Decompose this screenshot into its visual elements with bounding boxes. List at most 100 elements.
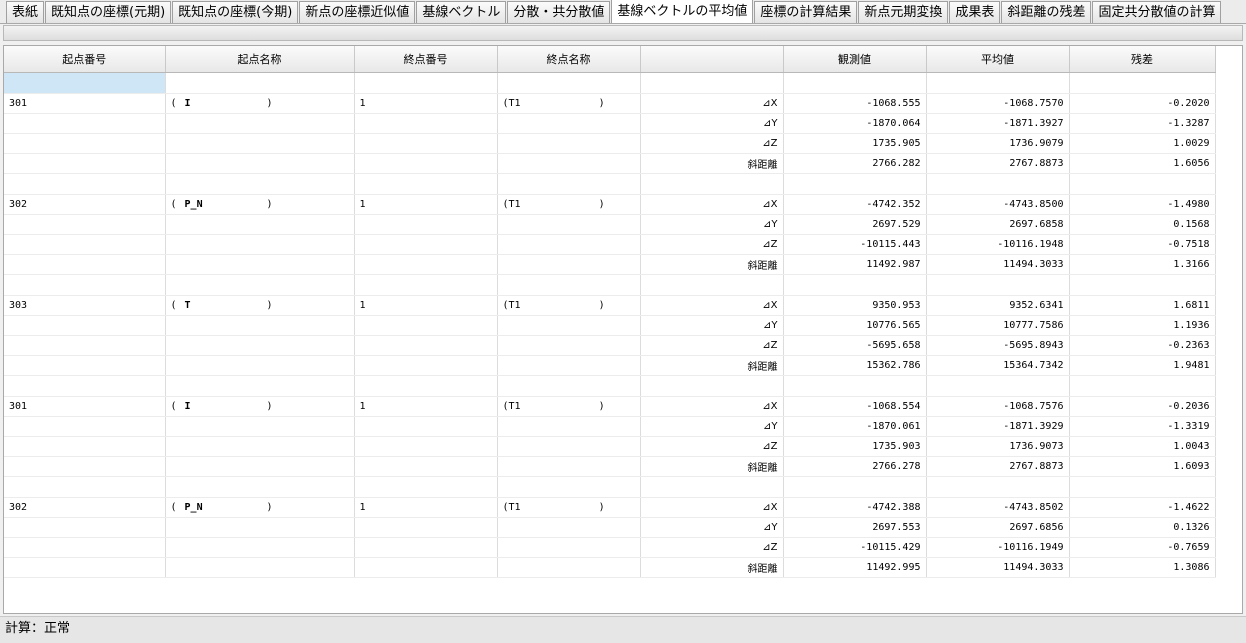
average-value-cell[interactable]: -1068.7576 [926, 396, 1070, 417]
empty-cell[interactable] [497, 153, 641, 174]
empty-cell[interactable] [497, 436, 641, 457]
empty-cell[interactable] [354, 375, 498, 397]
residual-cell[interactable]: -0.2020 [1069, 93, 1216, 114]
empty-cell[interactable] [4, 214, 166, 235]
component-cell[interactable]: ⊿X [640, 497, 784, 518]
observed-value-cell[interactable]: 9350.953 [783, 295, 927, 316]
average-value-cell[interactable]: -4743.8502 [926, 497, 1070, 518]
empty-cell[interactable] [497, 133, 641, 154]
empty-cell[interactable] [4, 436, 166, 457]
component-cell[interactable]: ⊿Y [640, 113, 784, 134]
empty-cell[interactable] [354, 214, 498, 235]
empty-cell[interactable] [354, 274, 498, 296]
empty-cell[interactable] [4, 375, 166, 397]
empty-cell[interactable] [354, 315, 498, 336]
empty-cell[interactable] [1069, 173, 1216, 195]
empty-cell[interactable] [165, 436, 355, 457]
empty-cell[interactable] [4, 315, 166, 336]
start-name-cell[interactable]: (P_N) [165, 194, 355, 215]
empty-cell[interactable] [165, 72, 355, 94]
empty-cell[interactable] [497, 537, 641, 558]
empty-cell[interactable] [1069, 375, 1216, 397]
empty-cell[interactable] [165, 375, 355, 397]
tab-8[interactable]: 新点元期変換 [858, 1, 949, 23]
residual-cell[interactable]: 1.6093 [1069, 456, 1216, 477]
empty-cell[interactable] [354, 254, 498, 275]
empty-cell[interactable] [4, 153, 166, 174]
empty-cell[interactable] [4, 517, 166, 538]
residual-cell[interactable]: -0.7659 [1069, 537, 1216, 558]
tab-11[interactable]: 固定共分散値の計算 [1092, 1, 1222, 23]
end-name-cell[interactable]: (T1) [497, 396, 641, 417]
component-cell[interactable]: ⊿Z [640, 537, 784, 558]
empty-cell[interactable] [165, 335, 355, 356]
average-value-cell[interactable]: 2767.8873 [926, 456, 1070, 477]
observed-value-cell[interactable]: -4742.352 [783, 194, 927, 215]
observed-value-cell[interactable]: 1735.905 [783, 133, 927, 154]
empty-cell[interactable] [640, 375, 784, 397]
empty-cell[interactable] [4, 335, 166, 356]
average-value-cell[interactable]: 2697.6856 [926, 517, 1070, 538]
start-name-cell[interactable]: (I) [165, 93, 355, 114]
component-cell[interactable]: ⊿Z [640, 335, 784, 356]
empty-cell[interactable] [497, 274, 641, 296]
residual-cell[interactable]: 0.1568 [1069, 214, 1216, 235]
empty-cell[interactable] [640, 476, 784, 498]
empty-cell[interactable] [783, 476, 927, 498]
empty-cell[interactable] [783, 173, 927, 195]
empty-cell[interactable] [4, 254, 166, 275]
end-no-cell[interactable]: 1 [354, 194, 498, 215]
col-header-end-name[interactable]: 終点名称 [497, 46, 641, 73]
empty-cell[interactable] [640, 274, 784, 296]
col-header-start-no[interactable]: 起点番号 [4, 46, 166, 73]
tab-10[interactable]: 斜距離の残差 [1001, 1, 1092, 23]
empty-cell[interactable] [4, 476, 166, 498]
tab-6[interactable]: 基線ベクトルの平均値 [611, 0, 754, 23]
average-value-cell[interactable]: -4743.8500 [926, 194, 1070, 215]
observed-value-cell[interactable]: 11492.995 [783, 557, 927, 578]
average-value-cell[interactable]: 11494.3033 [926, 254, 1070, 275]
empty-cell[interactable] [354, 173, 498, 195]
end-name-cell[interactable]: (T1) [497, 194, 641, 215]
empty-cell[interactable] [165, 557, 355, 578]
component-cell[interactable]: ⊿Z [640, 133, 784, 154]
observed-value-cell[interactable]: 15362.786 [783, 355, 927, 376]
empty-cell[interactable] [4, 113, 166, 134]
average-value-cell[interactable]: 15364.7342 [926, 355, 1070, 376]
component-cell[interactable]: ⊿Z [640, 436, 784, 457]
col-header-observed[interactable]: 観測値 [783, 46, 927, 73]
col-header-component[interactable] [640, 46, 784, 73]
observed-value-cell[interactable]: 11492.987 [783, 254, 927, 275]
component-cell[interactable]: 斜距離 [640, 456, 784, 477]
empty-cell[interactable] [497, 173, 641, 195]
empty-cell[interactable] [497, 234, 641, 255]
empty-cell[interactable] [354, 355, 498, 376]
empty-cell[interactable] [926, 274, 1070, 296]
empty-cell[interactable] [165, 234, 355, 255]
col-header-residual[interactable]: 残差 [1069, 46, 1216, 73]
observed-value-cell[interactable]: 2697.529 [783, 214, 927, 235]
residual-cell[interactable]: -1.3287 [1069, 113, 1216, 134]
empty-cell[interactable] [165, 416, 355, 437]
component-cell[interactable]: 斜距離 [640, 557, 784, 578]
empty-cell[interactable] [926, 72, 1070, 94]
component-cell[interactable]: 斜距離 [640, 355, 784, 376]
start-name-cell[interactable]: (I) [165, 396, 355, 417]
empty-cell[interactable] [497, 72, 641, 94]
empty-cell[interactable] [926, 476, 1070, 498]
empty-cell[interactable] [354, 113, 498, 134]
empty-cell[interactable] [497, 315, 641, 336]
end-no-cell[interactable]: 1 [354, 396, 498, 417]
component-cell[interactable]: 斜距離 [640, 254, 784, 275]
average-value-cell[interactable]: 1736.9073 [926, 436, 1070, 457]
empty-cell[interactable] [783, 274, 927, 296]
residual-cell[interactable]: -0.7518 [1069, 234, 1216, 255]
empty-cell[interactable] [4, 416, 166, 437]
empty-cell[interactable] [497, 335, 641, 356]
start-no-cell[interactable]: 301 [4, 93, 166, 114]
empty-cell[interactable] [165, 274, 355, 296]
average-value-cell[interactable]: -10116.1948 [926, 234, 1070, 255]
residual-cell[interactable]: 1.1936 [1069, 315, 1216, 336]
empty-cell[interactable] [4, 537, 166, 558]
residual-cell[interactable]: 1.9481 [1069, 355, 1216, 376]
